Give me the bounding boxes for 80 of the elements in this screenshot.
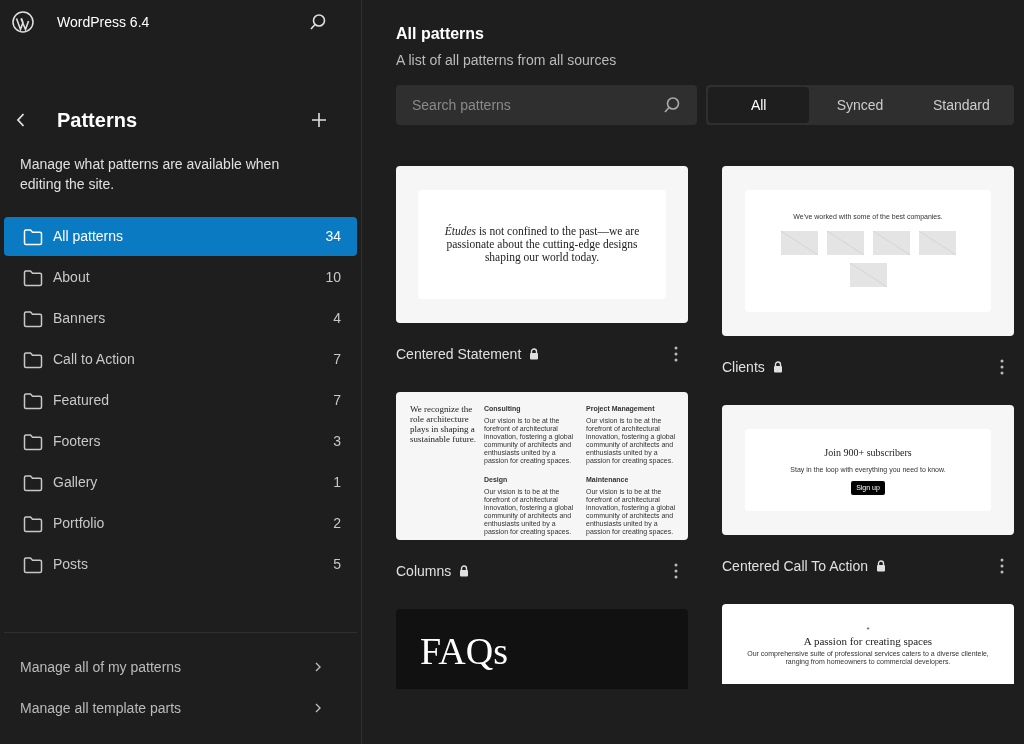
filter-tab[interactable]: Standard — [910, 87, 1012, 123]
folder-icon — [23, 555, 43, 574]
category-item[interactable]: Banners 4 — [4, 299, 357, 338]
pattern-preview[interactable]: Études is not confined to the past—we are passionate about the cutting-edge designs shaping our world today. — [396, 166, 688, 323]
lock-icon — [772, 361, 783, 373]
search-field[interactable]: Search patterns — [396, 85, 697, 125]
asterisk-text: * — [866, 626, 870, 634]
folder-icon — [23, 514, 43, 533]
category-count: 4 — [333, 309, 341, 328]
pattern-title[interactable]: Centered Statement — [396, 343, 522, 365]
image-placeholder-icon — [918, 230, 956, 255]
wordpress-logo-icon[interactable] — [12, 11, 34, 33]
more-icon — [1000, 359, 1004, 375]
image-placeholder-icon — [872, 230, 910, 255]
category-count: 10 — [325, 268, 341, 287]
category-label: Gallery — [53, 473, 98, 492]
folder-icon — [23, 391, 43, 410]
chevron-icon — [315, 662, 321, 672]
category-item[interactable]: All patterns 34 — [4, 217, 357, 256]
category-label: All patterns — [53, 227, 124, 246]
category-item[interactable]: Posts 5 — [4, 545, 357, 584]
image-placeholder-icon — [826, 230, 864, 255]
category-count: 3 — [333, 432, 341, 451]
category-count: 1 — [333, 473, 341, 492]
columns-heading: We recognize the role architecture plays in shaping a sustainable future. — [410, 404, 476, 446]
more-icon — [674, 346, 678, 362]
category-label: Portfolio — [53, 514, 105, 533]
category-count: 2 — [333, 514, 341, 533]
sidebar-description: Manage what patterns are available when editing the site. — [19, 155, 281, 194]
folder-icon — [23, 227, 43, 246]
category-item[interactable]: Portfolio 2 — [4, 504, 357, 543]
filter-tab[interactable]: Synced — [809, 87, 911, 123]
category-count: 7 — [333, 350, 341, 369]
folder-icon — [23, 268, 43, 287]
search-icon[interactable] — [309, 13, 327, 31]
cta-heading: Join 900+ subscribers — [824, 446, 912, 460]
faq-heading: FAQs — [420, 630, 508, 672]
more-icon — [1000, 558, 1004, 574]
category-label: Footers — [53, 432, 101, 451]
page-subtitle: A list of all patterns from all sources — [396, 51, 618, 70]
category-item[interactable]: Gallery 1 — [4, 463, 357, 502]
pattern-title[interactable]: Centered Call To Action — [722, 555, 869, 577]
pattern-title[interactable]: Columns — [396, 560, 452, 582]
image-placeholder-icon — [849, 262, 887, 287]
category-item[interactable]: About 10 — [4, 258, 357, 297]
folder-icon — [23, 309, 43, 328]
category-label: Featured — [53, 391, 110, 410]
back-icon[interactable] — [16, 112, 26, 128]
category-label: Banners — [53, 309, 106, 328]
site-title[interactable]: WordPress 6.4 — [57, 11, 150, 33]
chevron-icon — [315, 703, 321, 713]
category-label: About — [53, 268, 90, 287]
search-icon — [663, 96, 681, 114]
hero-heading: A passion for creating spaces — [803, 634, 933, 648]
lock-icon — [459, 565, 470, 577]
manage-link[interactable]: Manage all template parts — [4, 698, 357, 718]
category-label: Call to Action — [53, 350, 135, 369]
category-item[interactable]: Featured 7 — [4, 381, 357, 420]
sidebar-title: Patterns — [57, 108, 138, 133]
category-label: Posts — [53, 555, 88, 574]
folder-icon — [23, 432, 43, 451]
more-icon — [674, 563, 678, 579]
pattern-preview[interactable]: FAQs — [396, 609, 688, 689]
pattern-preview[interactable] — [396, 392, 688, 540]
lock-icon — [876, 560, 887, 572]
category-item[interactable]: Call to Action 7 — [4, 340, 357, 379]
statement-text: Études is not confined to the past—we are passionate about the cutting-edge designs shaping our world today. — [443, 225, 641, 264]
page-title: All patterns — [396, 24, 485, 44]
add-icon[interactable] — [311, 112, 327, 128]
manage-link[interactable]: Manage all of my patterns — [4, 657, 357, 677]
pattern-title[interactable]: Clients — [722, 356, 765, 378]
folder-icon — [23, 350, 43, 369]
category-count: 7 — [333, 391, 341, 410]
category-item[interactable]: Footers 3 — [4, 422, 357, 461]
folder-icon — [23, 473, 43, 492]
lock-icon — [529, 348, 540, 360]
filter-tab[interactable]: All — [708, 87, 810, 123]
category-count: 34 — [325, 227, 341, 246]
image-placeholder-icon — [780, 230, 818, 255]
category-count: 5 — [333, 555, 341, 574]
